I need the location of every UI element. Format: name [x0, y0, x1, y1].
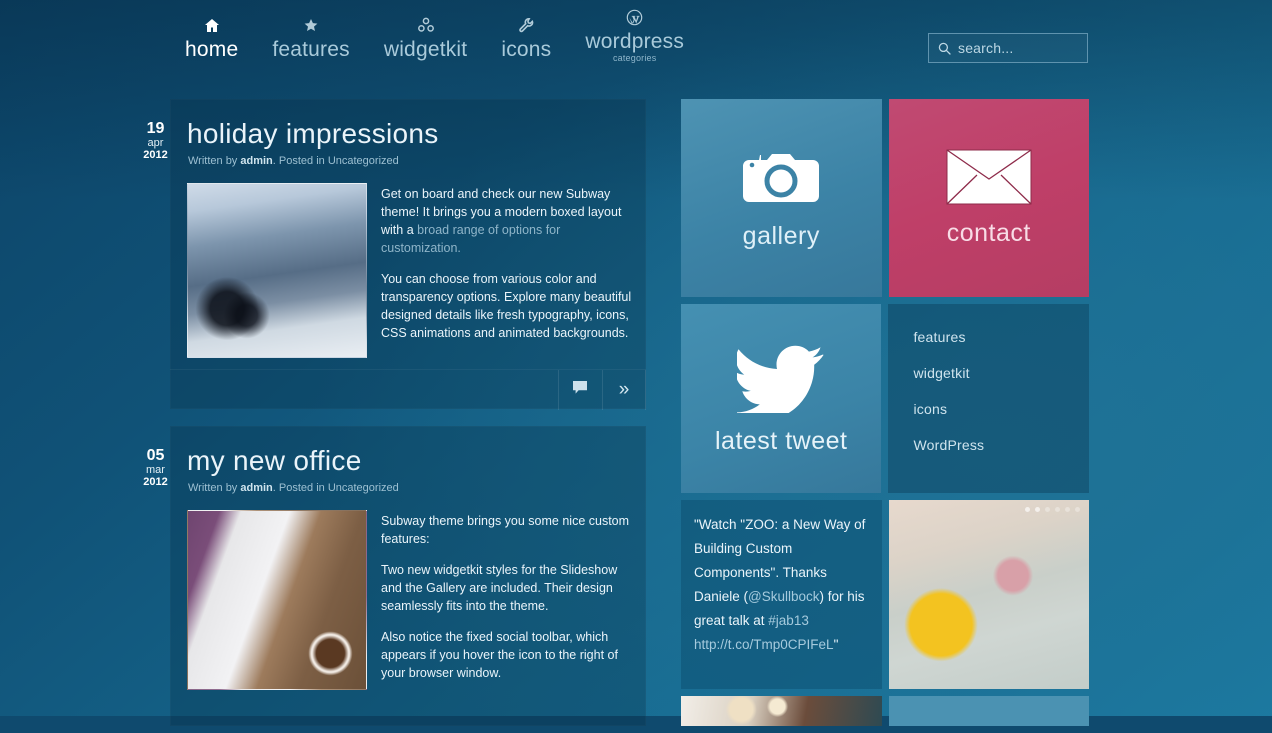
tile-grid: gallery contact latest tweet features wi…: [681, 99, 1089, 733]
slideshow-dot[interactable]: [1035, 507, 1040, 512]
article-paragraph: You can choose from various color and tr…: [381, 272, 632, 340]
envelope-icon: [946, 148, 1032, 210]
comment-button[interactable]: [558, 369, 602, 410]
meta-author[interactable]: admin: [240, 482, 272, 494]
tweet-close: ": [833, 637, 839, 652]
tile-row-bottom: [681, 696, 1089, 726]
article-body: Get on board and check our new Subway th…: [170, 168, 646, 358]
tile-label-contact: contact: [946, 218, 1031, 247]
slideshow-dot[interactable]: [1075, 507, 1080, 512]
article-title[interactable]: holiday impressions: [170, 99, 646, 151]
tile-gallery[interactable]: gallery: [681, 99, 882, 297]
meta-prefix: Written by: [188, 482, 241, 494]
date-day: 19: [146, 120, 165, 137]
article-title[interactable]: my new office: [170, 426, 646, 478]
bottom-photo-tile[interactable]: [681, 696, 882, 726]
meta-suffix: . Posted in Uncategorized: [272, 155, 399, 167]
slideshow-dot[interactable]: [1025, 507, 1030, 512]
date-month: apr: [147, 137, 164, 149]
slideshow-dot[interactable]: [1045, 507, 1050, 512]
tile-links-list: features widgetkit icons WordPress: [888, 304, 1089, 493]
camera-icon: [743, 146, 820, 213]
tweet-text-panel: "Watch "ZOO: a New Way of Building Custo…: [681, 500, 882, 689]
bottom-plain-tile[interactable]: [888, 696, 1089, 726]
tweet-handle-link[interactable]: @Skullbock: [748, 589, 819, 604]
meta-suffix: . Posted in Uncategorized: [272, 482, 399, 494]
date-day: 05: [146, 447, 165, 464]
tile-contact[interactable]: contact: [888, 99, 1089, 297]
tile-latest-tweet[interactable]: latest tweet: [681, 304, 882, 493]
tweet-text: "Watch "ZOO: a New Way of Building Custo…: [694, 513, 870, 657]
article-thumbnail[interactable]: [187, 510, 367, 690]
article-paragraph: Get on board and check our new Subway th…: [381, 185, 632, 257]
date-year: 2012: [143, 149, 168, 161]
link-widgetkit[interactable]: widgetkit: [913, 364, 1089, 382]
article-paragraph: Two new widgetkit styles for the Slidesh…: [381, 563, 618, 613]
article-toolbar: »: [170, 369, 646, 410]
read-more-icon: »: [618, 379, 630, 400]
slideshow-dot[interactable]: [1055, 507, 1060, 512]
tile-label-gallery: gallery: [742, 221, 820, 250]
page-root: home features widgetkit icons wordpress …: [0, 0, 1272, 726]
main-content: 19 apr 2012 holiday impressions Written …: [0, 0, 1272, 726]
date-year: 2012: [143, 476, 168, 488]
slideshow-photo[interactable]: [888, 500, 1089, 689]
article-date: 05 mar 2012: [143, 447, 168, 488]
tile-row-middle: latest tweet features widgetkit icons Wo…: [681, 304, 1089, 493]
tile-row-top: gallery contact: [681, 99, 1089, 297]
meta-author[interactable]: admin: [240, 155, 272, 167]
article-meta: Written by admin. Posted in Uncategorize…: [170, 478, 646, 495]
article-paragraph: Subway theme brings you some nice custom…: [381, 514, 630, 546]
comment-icon: [572, 380, 589, 400]
link-features[interactable]: features: [913, 328, 1089, 346]
article-holiday-impressions: holiday impressions Written by admin. Po…: [170, 99, 646, 410]
article-my-new-office: my new office Written by admin. Posted i…: [170, 426, 646, 726]
read-more-button[interactable]: »: [602, 369, 646, 410]
tile-row-lower: "Watch "ZOO: a New Way of Building Custo…: [681, 500, 1089, 689]
meta-prefix: Written by: [188, 155, 241, 167]
slideshow-dot[interactable]: [1065, 507, 1070, 512]
twitter-bird-icon: [732, 341, 825, 421]
date-month: mar: [146, 464, 165, 476]
article-meta: Written by admin. Posted in Uncategorize…: [170, 151, 646, 168]
article-text: Subway theme brings you some nice custom…: [381, 510, 632, 695]
article-text: Get on board and check our new Subway th…: [381, 183, 632, 358]
tweet-url-link[interactable]: http://t.co/Tmp0CPIFeL: [694, 637, 834, 652]
link-icons[interactable]: icons: [913, 400, 1089, 418]
tile-label-latest-tweet: latest tweet: [715, 427, 848, 455]
article-body: Subway theme brings you some nice custom…: [170, 495, 646, 695]
article-date: 19 apr 2012: [143, 120, 168, 161]
article-paragraph: Also notice the fixed social toolbar, wh…: [381, 630, 618, 680]
link-wordpress[interactable]: WordPress: [913, 436, 1089, 454]
tweet-hashtag-link[interactable]: #jab13: [768, 613, 809, 628]
article-thumbnail[interactable]: [187, 183, 367, 358]
slideshow-dots: [1025, 507, 1080, 512]
